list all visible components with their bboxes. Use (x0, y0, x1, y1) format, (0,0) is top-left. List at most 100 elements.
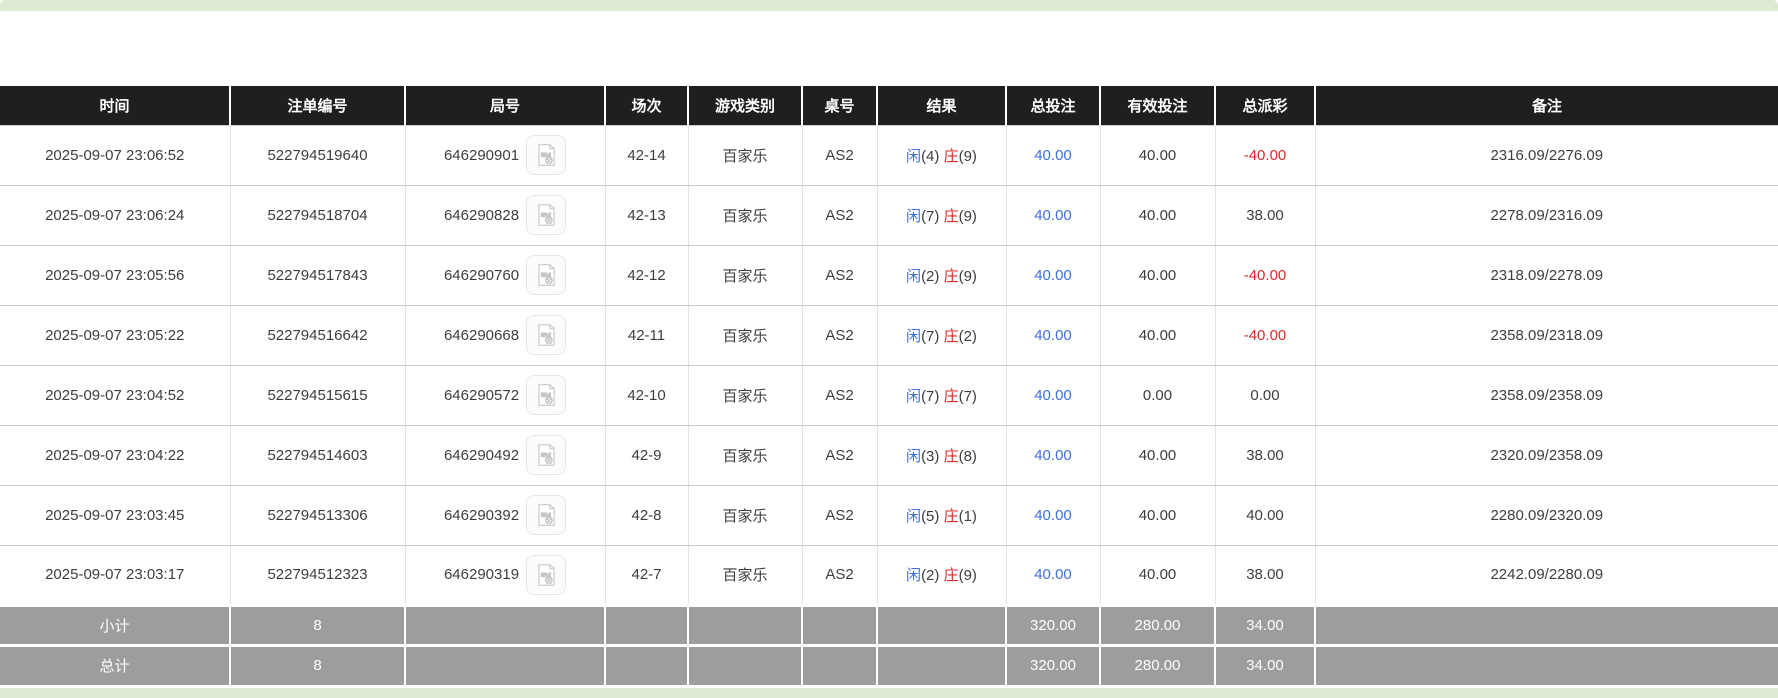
cell-round-id: 646290901 (405, 125, 605, 185)
video-replay-button[interactable] (526, 495, 566, 535)
video-replay-button[interactable] (526, 315, 566, 355)
cell-remark: 2358.09/2358.09 (1315, 365, 1778, 425)
cell-table-no: AS2 (802, 305, 877, 365)
round-number: 646290828 (444, 207, 519, 224)
subtotal-row: 小计 8 320.00 280.00 34.00 (0, 605, 1778, 645)
cell-payout: 40.00 (1215, 485, 1315, 545)
cell-valid-bet: 0.00 (1100, 365, 1215, 425)
total-label: 总计 (0, 645, 230, 685)
cell-valid-bet: 40.00 (1100, 245, 1215, 305)
round-number: 646290392 (444, 507, 519, 524)
table-row: 2025-09-07 23:06:24 522794518704 6462908… (0, 185, 1778, 245)
cell-time: 2025-09-07 23:05:56 (0, 245, 230, 305)
cell-payout: 0.00 (1215, 365, 1315, 425)
round-number: 646290668 (444, 327, 519, 344)
total-empty (405, 645, 605, 685)
result-player-label: 闲 (906, 208, 921, 225)
cell-total-bet[interactable]: 40.00 (1006, 485, 1100, 545)
bet-records-table: 时间 注单编号 局号 场次 游戏类别 桌号 结果 总投注 有效投注 总派彩 备注… (0, 86, 1778, 685)
video-replay-button[interactable] (526, 375, 566, 415)
cell-time: 2025-09-07 23:06:24 (0, 185, 230, 245)
cell-table-no: AS2 (802, 245, 877, 305)
cell-total-bet[interactable]: 40.00 (1006, 305, 1100, 365)
video-replay-button[interactable] (526, 255, 566, 295)
subtotal-payout: 34.00 (1215, 605, 1315, 645)
table-row: 2025-09-07 23:04:22 522794514603 6462904… (0, 425, 1778, 485)
result-player-label: 闲 (906, 508, 921, 525)
cell-total-bet[interactable]: 40.00 (1006, 425, 1100, 485)
video-file-icon (533, 142, 559, 168)
total-empty (1315, 645, 1778, 685)
header-time: 时间 (0, 86, 230, 125)
video-file-icon (533, 262, 559, 288)
cell-remark: 2316.09/2276.09 (1315, 125, 1778, 185)
header-game-type: 游戏类别 (688, 86, 802, 125)
video-replay-button[interactable] (526, 555, 566, 595)
header-total-bet: 总投注 (1006, 86, 1100, 125)
video-file-icon (533, 202, 559, 228)
header-session: 场次 (605, 86, 688, 125)
result-player-score: (3) (921, 448, 939, 465)
total-empty (605, 645, 688, 685)
round-number: 646290760 (444, 267, 519, 284)
subtotal-empty (405, 605, 605, 645)
cell-session: 42-7 (605, 545, 688, 605)
cell-total-bet[interactable]: 40.00 (1006, 365, 1100, 425)
cell-session: 42-9 (605, 425, 688, 485)
total-total-bet: 320.00 (1006, 645, 1100, 685)
cell-valid-bet: 40.00 (1100, 545, 1215, 605)
result-banker-label: 庄 (944, 148, 959, 165)
subtotal-empty (605, 605, 688, 645)
total-empty (877, 645, 1006, 685)
cell-remark: 2320.09/2358.09 (1315, 425, 1778, 485)
result-banker-score: (7) (959, 388, 977, 405)
header-payout: 总派彩 (1215, 86, 1315, 125)
cell-remark: 2318.09/2278.09 (1315, 245, 1778, 305)
cell-time: 2025-09-07 23:03:45 (0, 485, 230, 545)
cell-round-id: 646290828 (405, 185, 605, 245)
cell-result: 闲(7) 庄(9) (877, 185, 1006, 245)
bottom-progress-strip (0, 688, 1778, 698)
cell-valid-bet: 40.00 (1100, 425, 1215, 485)
table-row: 2025-09-07 23:03:45 522794513306 6462903… (0, 485, 1778, 545)
cell-session: 42-13 (605, 185, 688, 245)
blank-area (0, 11, 1778, 86)
video-file-icon (533, 562, 559, 588)
cell-remark: 2358.09/2318.09 (1315, 305, 1778, 365)
cell-total-bet[interactable]: 40.00 (1006, 545, 1100, 605)
cell-round-id: 646290492 (405, 425, 605, 485)
total-empty (802, 645, 877, 685)
video-replay-button[interactable] (526, 435, 566, 475)
table-row: 2025-09-07 23:04:52 522794515615 6462905… (0, 365, 1778, 425)
video-replay-button[interactable] (526, 195, 566, 235)
cell-time: 2025-09-07 23:04:22 (0, 425, 230, 485)
cell-bet-id: 522794517843 (230, 245, 405, 305)
result-player-label: 闲 (906, 328, 921, 345)
cell-bet-id: 522794518704 (230, 185, 405, 245)
cell-total-bet[interactable]: 40.00 (1006, 125, 1100, 185)
video-replay-button[interactable] (526, 135, 566, 175)
cell-game-type: 百家乐 (688, 245, 802, 305)
cell-valid-bet: 40.00 (1100, 305, 1215, 365)
cell-session: 42-10 (605, 365, 688, 425)
subtotal-count: 8 (230, 605, 405, 645)
cell-result: 闲(2) 庄(9) (877, 545, 1006, 605)
cell-game-type: 百家乐 (688, 545, 802, 605)
result-banker-label: 庄 (944, 388, 959, 405)
table-body: 2025-09-07 23:06:52 522794519640 6462909… (0, 125, 1778, 605)
video-file-icon (533, 322, 559, 348)
cell-total-bet[interactable]: 40.00 (1006, 245, 1100, 305)
cell-result: 闲(4) 庄(9) (877, 125, 1006, 185)
header-bet-id: 注单编号 (230, 86, 405, 125)
header-row: 时间 注单编号 局号 场次 游戏类别 桌号 结果 总投注 有效投注 总派彩 备注 (0, 86, 1778, 125)
cell-total-bet[interactable]: 40.00 (1006, 185, 1100, 245)
cell-time: 2025-09-07 23:04:52 (0, 365, 230, 425)
table-footer: 小计 8 320.00 280.00 34.00 总计 8 320.00 280… (0, 605, 1778, 685)
total-valid-bet: 280.00 (1100, 645, 1215, 685)
cell-remark: 2242.09/2280.09 (1315, 545, 1778, 605)
cell-payout: 38.00 (1215, 185, 1315, 245)
result-banker-score: (1) (959, 508, 977, 525)
result-player-label: 闲 (906, 567, 921, 584)
subtotal-empty (1315, 605, 1778, 645)
result-banker-score: (9) (959, 567, 977, 584)
